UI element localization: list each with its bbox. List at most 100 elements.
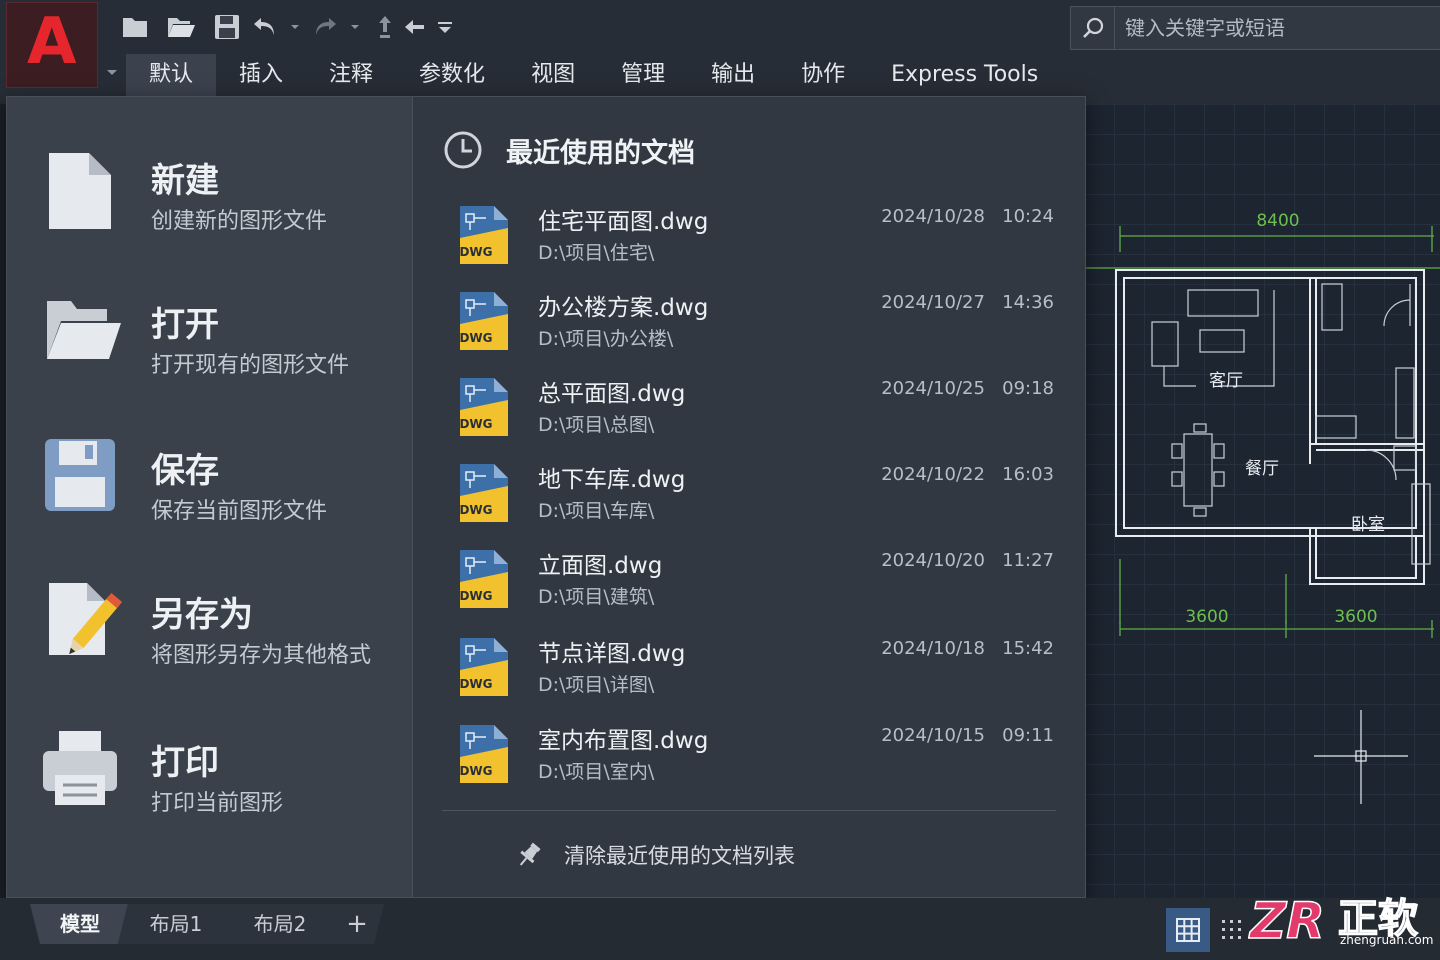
ribbon-tab-default[interactable]: 默认 — [126, 54, 217, 98]
ribbon-tab-express-tools[interactable]: Express Tools — [868, 54, 1061, 98]
recent-document-date: 2024/10/22 — [881, 464, 985, 485]
search-icon — [1082, 17, 1103, 38]
title-bar: A 键入关键字或短语 默认 插入 注释 参数化 视图 管理 输出 协作 Expr… — [0, 0, 1440, 104]
recent-document-path: D:\项目\详图\ — [538, 674, 655, 696]
recent-document-time: 09:18 — [1002, 378, 1054, 399]
search-input[interactable] — [1117, 7, 1437, 49]
save-disk-icon — [45, 439, 115, 511]
menu-command-desc: 保存当前图形文件 — [151, 499, 328, 524]
add-layout-button[interactable]: + — [334, 904, 380, 944]
room-label-bedroom: 卧室 — [1351, 515, 1385, 535]
chevron-down-icon[interactable] — [104, 64, 120, 80]
save-icon — [215, 15, 239, 39]
room-label-dining: 餐厅 — [1245, 459, 1279, 479]
watermark-site: zhengruan.com — [1340, 933, 1433, 947]
menu-command-desc: 打开现有的图形文件 — [151, 353, 350, 378]
snap-toggle-button[interactable] — [1212, 908, 1252, 952]
dwg-badge: DWG — [459, 331, 492, 345]
menu-command-desc: 打印当前图形 — [151, 791, 284, 816]
qat-undo-button[interactable] — [250, 8, 280, 46]
menu-command-save[interactable]: 保存 保存当前图形文件 — [7, 437, 413, 567]
dwg-badge: DWG — [459, 589, 492, 603]
menu-command-save-as[interactable]: 另存为 将图形另存为其他格式 — [7, 581, 413, 711]
dimension-bottom-left: 3600 — [1185, 607, 1228, 627]
application-menu-button[interactable]: A — [6, 2, 98, 88]
menu-command-desc: 创建新的图形文件 — [151, 209, 328, 234]
recent-document-name: 办公楼方案.dwg — [538, 295, 709, 321]
recent-document-date: 2024/10/25 — [881, 378, 985, 399]
qat-undo-dropdown[interactable] — [280, 8, 310, 46]
dwg-file-icon: DWG — [459, 550, 508, 608]
qat-open-button[interactable] — [158, 8, 204, 46]
quick-access-toolbar — [112, 8, 460, 46]
ribbon-tab-collaborate[interactable]: 协作 — [778, 54, 868, 98]
recent-document-item[interactable]: DWG 立面图.dwg D:\项目\建筑\ 2024/10/20 11:27 — [450, 544, 1070, 624]
menu-command-open[interactable]: 打开 打开现有的图形文件 — [7, 291, 413, 421]
recent-document-name: 总平面图.dwg — [538, 381, 686, 407]
qat-save-button[interactable] — [204, 8, 250, 46]
dwg-file-icon: DWG — [459, 638, 508, 696]
qat-back-button[interactable] — [400, 8, 430, 46]
dwg-file-icon: DWG — [459, 206, 508, 264]
share-icon — [379, 16, 391, 38]
menu-command-new[interactable]: 新建 创建新的图形文件 — [7, 147, 413, 277]
recent-document-item[interactable]: DWG 室内布置图.dwg D:\项目\室内\ 2024/10/15 09:11 — [450, 719, 1070, 799]
recent-document-datetime: 2024/10/15 09:11 — [881, 725, 1054, 746]
qat-customize-button[interactable] — [430, 8, 460, 46]
recent-document-path: D:\项目\总图\ — [538, 414, 655, 436]
layout-tab-model[interactable]: 模型 — [40, 904, 120, 944]
menu-commands: 新建 创建新的图形文件 打开 打开现有的图形文件 保存 保存当前图形文件 另存为… — [7, 97, 413, 897]
ribbon-tab-insert[interactable]: 插入 — [216, 54, 306, 98]
recent-document-path: D:\项目\建筑\ — [538, 586, 655, 608]
recent-document-item[interactable]: DWG 办公楼方案.dwg D:\项目\办公楼\ 2024/10/27 14:3… — [450, 286, 1070, 366]
recent-document-date: 2024/10/18 — [881, 638, 985, 659]
recent-document-path: D:\项目\室内\ — [538, 761, 655, 783]
recent-document-path: D:\项目\车库\ — [538, 500, 655, 522]
recent-document-item[interactable]: DWG 节点详图.dwg D:\项目\详图\ 2024/10/18 15:42 — [450, 632, 1070, 712]
recent-document-time: 09:11 — [1002, 725, 1054, 746]
menu-command-title: 另存为 — [151, 595, 253, 635]
ribbon-tab-parametric[interactable]: 参数化 — [396, 54, 508, 98]
recent-documents-title: 最近使用的文档 — [506, 137, 695, 169]
crosshair-cursor — [1314, 710, 1408, 804]
search-button[interactable] — [1071, 7, 1115, 49]
menu-command-print[interactable]: 打印 打印当前图形 — [7, 729, 413, 859]
recent-document-name: 室内布置图.dwg — [538, 728, 709, 754]
save-as-icon — [49, 583, 123, 655]
new-file-icon — [49, 153, 111, 229]
clear-recent-list-button[interactable]: 清除最近使用的文档列表 — [514, 835, 795, 875]
ribbon-tab-manage[interactable]: 管理 — [598, 54, 688, 98]
back-icon — [405, 20, 424, 34]
recent-document-item[interactable]: DWG 总平面图.dwg D:\项目\总图\ 2024/10/25 09:18 — [450, 372, 1070, 452]
snap-dots-icon — [1222, 920, 1241, 939]
qat-redo-button[interactable] — [310, 8, 340, 46]
recent-document-time: 16:03 — [1002, 464, 1054, 485]
recent-document-item[interactable]: DWG 地下车库.dwg D:\项目\车库\ 2024/10/22 16:03 — [450, 458, 1070, 538]
clear-recent-label: 清除最近使用的文档列表 — [564, 844, 795, 868]
ribbon-tab-output[interactable]: 输出 — [688, 54, 778, 98]
grid-toggle-button[interactable] — [1166, 908, 1210, 952]
floor-plan: 8400 3600 3600 客厅 餐厅 卧室 — [1084, 211, 1440, 804]
qat-redo-dropdown[interactable] — [340, 8, 370, 46]
clock-icon — [444, 131, 482, 169]
layout-tab-layout2[interactable]: 布局2 — [232, 904, 328, 944]
recent-document-item[interactable]: DWG 住宅平面图.dwg D:\项目\住宅\ 2024/10/28 10:24 — [450, 200, 1070, 280]
dimension-bottom-right: 3600 — [1334, 607, 1377, 627]
ribbon-tab-annotate[interactable]: 注释 — [306, 54, 396, 98]
recent-document-datetime: 2024/10/18 15:42 — [881, 638, 1054, 659]
chevron-down-icon — [291, 25, 299, 29]
dwg-file-icon: DWG — [459, 378, 508, 436]
layout-tab-bar: 模型 布局1 布局2 + — [0, 898, 1440, 960]
qat-share-button[interactable] — [370, 8, 400, 46]
customize-icon — [438, 22, 452, 33]
recent-document-time: 10:24 — [1002, 206, 1054, 227]
recent-document-datetime: 2024/10/27 14:36 — [881, 292, 1054, 313]
recent-document-date: 2024/10/28 — [881, 206, 985, 227]
recent-document-name: 住宅平面图.dwg — [538, 209, 709, 235]
qat-new-button[interactable] — [112, 8, 158, 46]
layout-tab-layout1[interactable]: 布局1 — [128, 904, 224, 944]
drawing-canvas[interactable]: 8400 3600 3600 客厅 餐厅 卧室 — [1084, 104, 1440, 900]
ribbon-tab-view[interactable]: 视图 — [508, 54, 598, 98]
divider — [442, 810, 1056, 811]
recent-document-datetime: 2024/10/25 09:18 — [881, 378, 1054, 399]
